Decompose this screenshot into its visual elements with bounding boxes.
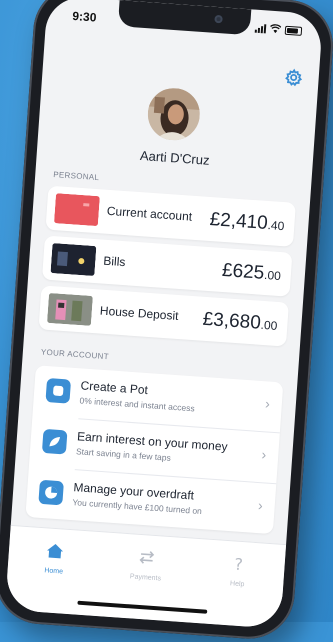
status-time: 9:30 <box>71 8 97 25</box>
account-balance: £2,410.40 <box>209 209 285 236</box>
pot-icon <box>45 378 72 404</box>
phone-mockup: 9:30 Aarti D'Cruz PERSONAL Current accou… <box>0 0 333 642</box>
pie-chart-icon <box>38 479 64 506</box>
balance-minor: .00 <box>260 317 278 333</box>
account-name: Bills <box>102 253 126 270</box>
account-balance: £625.00 <box>221 260 281 286</box>
account-balance: £3,680.00 <box>202 309 278 336</box>
chevron-right-icon: › <box>257 497 264 514</box>
bills-thumbnail <box>50 243 97 277</box>
tab-help[interactable]: ? Help <box>207 554 269 590</box>
tab-payments[interactable]: Payments <box>115 547 177 583</box>
phone-frame: 9:30 Aarti D'Cruz PERSONAL Current accou… <box>0 0 333 642</box>
user-name: Aarti D'Cruz <box>139 147 211 168</box>
tab-bar: Home Payments ? Help <box>4 524 287 629</box>
balance-major: £3,680 <box>202 308 262 334</box>
card-thumbnail <box>53 193 100 227</box>
balance-major: £2,410 <box>209 208 269 234</box>
chevron-right-icon: › <box>261 446 267 463</box>
section-your-account: YOUR ACCOUNT <box>40 347 110 362</box>
account-name: House Deposit <box>99 303 179 324</box>
question-icon: ? <box>234 555 244 575</box>
tab-label: Help <box>229 580 245 589</box>
transfer-arrows-icon <box>139 551 155 564</box>
front-camera <box>214 14 223 24</box>
battery-icon <box>284 25 303 36</box>
account-actions-card: Create a Pot 0% interest and instant acc… <box>25 365 284 535</box>
account-card-house-deposit[interactable]: House Deposit £3,680.00 <box>38 285 289 347</box>
balance-minor: .00 <box>263 267 282 284</box>
account-name: Current account <box>106 203 193 224</box>
phone-notch <box>117 0 252 36</box>
house-thumbnail <box>46 292 93 326</box>
settings-gear-icon[interactable] <box>284 68 303 87</box>
home-indicator <box>77 600 208 614</box>
profile-avatar[interactable] <box>146 86 202 142</box>
status-icons <box>254 23 303 37</box>
leaf-icon <box>41 428 68 455</box>
tab-label: Payments <box>129 573 162 583</box>
wifi-icon <box>270 24 282 36</box>
cellular-signal-icon <box>254 24 267 34</box>
svg-text:?: ? <box>234 555 244 572</box>
chevron-right-icon: › <box>264 395 271 412</box>
tab-home[interactable]: Home <box>23 541 85 577</box>
home-icon <box>47 544 64 559</box>
balance-major: £625 <box>221 259 265 284</box>
app-screen: 9:30 Aarti D'Cruz PERSONAL Current accou… <box>4 0 324 629</box>
menu-item-title: Create a Pot <box>80 378 149 398</box>
section-personal: PERSONAL <box>53 169 100 183</box>
balance-minor: .40 <box>267 218 285 234</box>
menu-item-subtitle: 0% interest and instant access <box>79 395 195 414</box>
tab-label: Home <box>44 567 64 576</box>
